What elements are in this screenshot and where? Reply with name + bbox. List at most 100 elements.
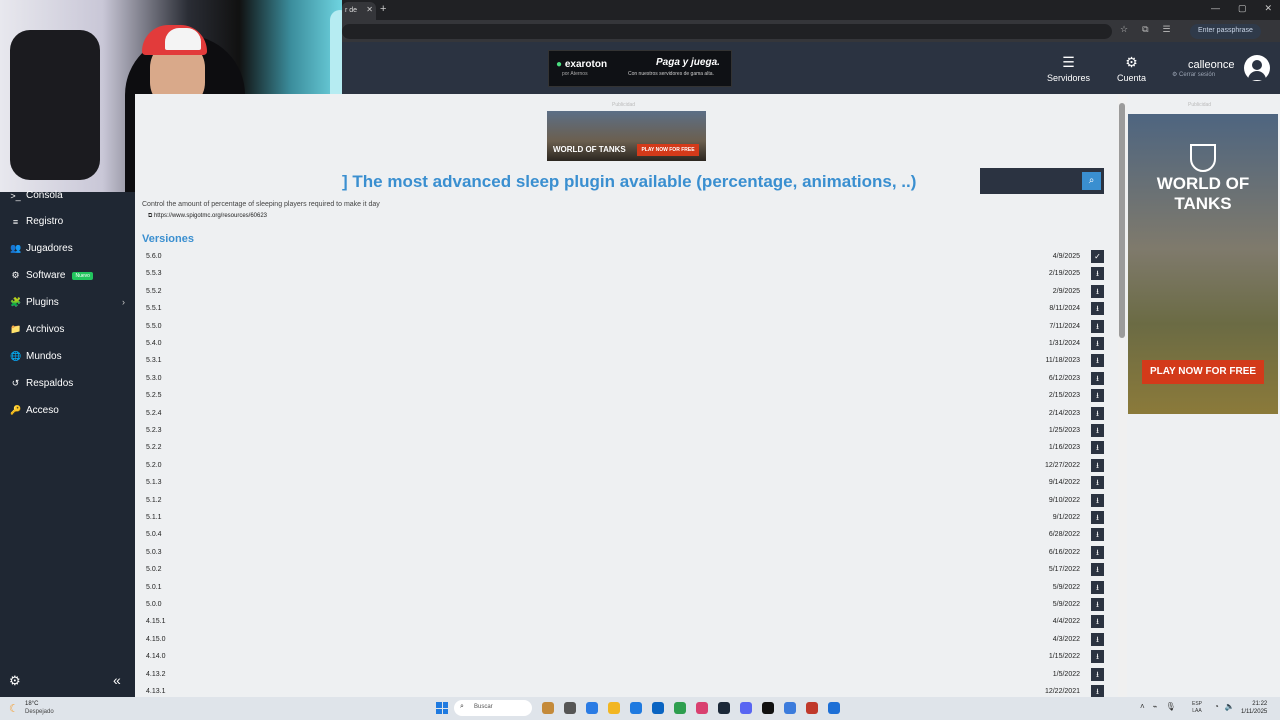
address-bar[interactable] [342, 24, 1112, 39]
download-icon[interactable]: ⭳ [1091, 424, 1104, 437]
language-indicator[interactable]: ESP LAA [1192, 701, 1202, 715]
download-icon[interactable]: ⭳ [1091, 267, 1104, 281]
version-number: 4.15.1 [146, 618, 166, 626]
taskbar-app-icon[interactable] [608, 702, 620, 714]
download-icon[interactable]: ⭳ [1091, 615, 1104, 629]
browser-tab[interactable]: r de ✕ [342, 2, 376, 20]
download-icon[interactable]: ⭳ [1091, 389, 1104, 403]
version-date: 12/27/2022 [1044, 461, 1080, 469]
sidebar-item-plugins[interactable]: 🧩 Plugins [10, 297, 59, 308]
version-number: 5.0.0 [146, 601, 162, 608]
download-icon[interactable]: ⭳ [1091, 476, 1104, 490]
plugin-link[interactable]: ⧉ https://www.spigotmc.org/resources/606… [148, 213, 267, 220]
extensions-icon[interactable]: ⧉ [1142, 24, 1148, 35]
taskbar-app-icon[interactable] [564, 702, 576, 714]
installed-check-icon[interactable]: ✓ [1091, 250, 1104, 263]
taskbar-app-icon[interactable] [696, 702, 708, 714]
close-window-icon[interactable]: ✕ [1264, 3, 1272, 14]
collapse-sidebar-icon[interactable]: « [113, 672, 121, 688]
download-icon[interactable]: ⭳ [1091, 493, 1104, 507]
taskbar-app-icon[interactable] [784, 702, 796, 714]
microphone-icon[interactable]: 🎙 [1166, 702, 1176, 711]
download-icon[interactable]: ⭳ [1091, 563, 1104, 577]
volume-icon[interactable]: 🔈 [1225, 702, 1235, 711]
terminal-icon: >_ [10, 190, 21, 201]
search-icon[interactable]: ⌕ [1082, 172, 1101, 190]
version-number: 5.2.3 [146, 427, 162, 434]
play-now-button[interactable]: PLAY NOW FOR FREE [1142, 360, 1264, 384]
taskbar-app-icon[interactable] [586, 702, 598, 714]
world-of-tanks-banner-ad[interactable]: WORLD OF TANKS PLAY NOW FOR FREE [547, 111, 706, 161]
wifi-icon[interactable]: ◔ [1214, 702, 1219, 711]
taskbar-app-icon[interactable] [740, 702, 752, 714]
download-icon[interactable]: ⭳ [1091, 354, 1104, 368]
sidebar-item-jugadores[interactable]: 👥 Jugadores [10, 243, 73, 254]
passphrase-button[interactable]: Enter passphrase [1190, 24, 1261, 39]
taskbar-app-icon[interactable] [762, 702, 774, 714]
taskbar-app-icon[interactable] [806, 702, 818, 714]
avatar[interactable] [1244, 55, 1270, 81]
download-icon[interactable]: ⭳ [1091, 632, 1104, 646]
taskbar-app-icon[interactable] [630, 702, 642, 714]
sidebar-item-mundos[interactable]: 🌐 Mundos [10, 351, 62, 362]
servers-button[interactable]: ☰ Servidores [1047, 54, 1090, 83]
download-icon[interactable]: ⭳ [1091, 511, 1104, 524]
new-tab-button[interactable]: + [380, 3, 386, 15]
download-icon[interactable]: ⭳ [1091, 302, 1104, 316]
sidebar-item-software[interactable]: ⚙ Software Nuevo [10, 270, 93, 281]
sidebar-item-label: Mundos [26, 351, 62, 362]
taskbar-app-icon[interactable] [718, 702, 730, 714]
world-of-tanks-skyscraper-ad[interactable]: WORLD OF TANKS PLAY NOW FOR FREE [1128, 114, 1278, 414]
download-icon[interactable]: ⭳ [1091, 580, 1104, 594]
weather-condition: Despejado [25, 709, 54, 715]
sidebar-item-acceso[interactable]: 🔑 Acceso [10, 405, 59, 416]
download-icon[interactable]: ⭳ [1091, 598, 1104, 611]
download-icon[interactable]: ⭳ [1091, 406, 1104, 420]
chevron-up-icon[interactable]: ˄ [1140, 702, 1145, 711]
taskbar-app-icon[interactable] [652, 702, 664, 714]
play-now-button[interactable]: PLAY NOW FOR FREE [637, 144, 699, 156]
sidebar-item-label: Jugadores [26, 243, 73, 254]
download-icon[interactable]: ⭳ [1091, 545, 1104, 559]
menu-icon[interactable]: ☰ [1163, 24, 1171, 35]
download-icon[interactable]: ⭳ [1091, 319, 1104, 333]
download-icon[interactable]: ⭳ [1091, 441, 1104, 455]
account-button[interactable]: ⚙ Cuenta [1117, 54, 1146, 83]
version-date: 4/9/2025 [1052, 253, 1080, 260]
version-date: 1/15/2022 [1048, 653, 1080, 661]
new-badge: Nuevo [72, 271, 93, 280]
version-number: 5.2.5 [146, 392, 162, 400]
sidebar-item-registro[interactable]: ≡ Registro [10, 216, 63, 227]
logout-link[interactable]: ⚙ Cerrar sesión [1172, 71, 1215, 78]
download-icon[interactable]: ⭳ [1091, 284, 1104, 298]
windows-start-icon[interactable] [436, 702, 448, 714]
download-icon[interactable]: ⭳ [1091, 337, 1104, 350]
taskbar-search[interactable]: ⌕ Buscar [454, 700, 532, 716]
sidebar-item-archivos[interactable]: 📁 Archivos [10, 324, 64, 335]
taskbar-app-icon[interactable] [542, 702, 554, 714]
taskbar-app-icon[interactable] [674, 702, 686, 714]
taskbar-app-icon[interactable] [828, 702, 840, 714]
version-date: 2/15/2023 [1048, 392, 1080, 400]
bookmark-star-icon[interactable]: ☆ [1120, 24, 1128, 35]
download-icon[interactable]: ⭳ [1091, 650, 1104, 664]
minimize-icon[interactable]: — [1211, 3, 1220, 14]
sidebar-item-respaldos[interactable]: ↺ Respaldos [10, 378, 74, 389]
maximize-icon[interactable]: ▢ [1238, 3, 1247, 14]
download-icon[interactable]: ⭳ [1091, 458, 1104, 472]
version-row: 5.5.1 8/11/2024 ⭳ [140, 301, 1106, 318]
scrollbar-thumb[interactable] [1119, 103, 1125, 338]
chevron-right-icon[interactable]: › [122, 297, 125, 307]
download-icon[interactable]: ⭳ [1091, 667, 1104, 681]
sidebar-item-label: Archivos [26, 324, 65, 335]
network-icon[interactable]: ⌁ [1153, 702, 1158, 711]
key-icon: 🔑 [10, 405, 22, 415]
download-icon[interactable]: ⭳ [1091, 528, 1104, 542]
clock[interactable]: 21:22 1/11/2025 [1241, 700, 1267, 716]
tab-close-icon[interactable]: ✕ [366, 5, 373, 14]
sidebar-item-consola[interactable]: >_ Consola [10, 190, 62, 201]
settings-gear-icon[interactable]: ⚙ [9, 673, 21, 689]
moon-weather-icon: ☾ [9, 703, 19, 715]
version-number: 5.2.4 [146, 409, 162, 417]
download-icon[interactable]: ⭳ [1091, 371, 1104, 385]
